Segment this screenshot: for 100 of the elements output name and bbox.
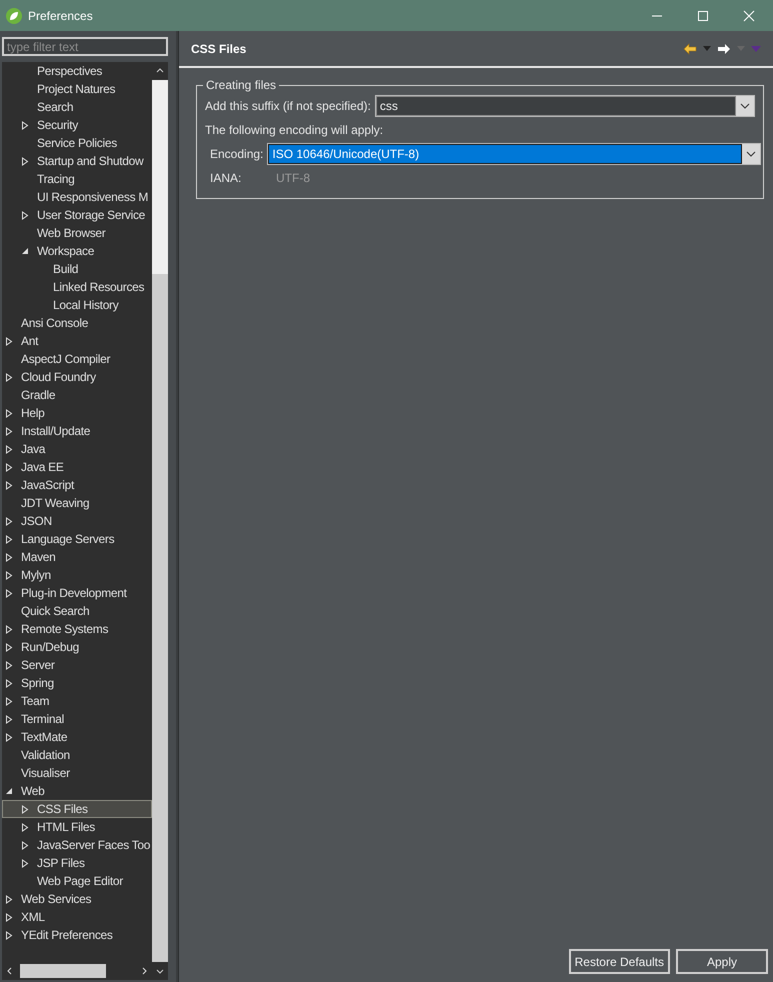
close-icon[interactable]: [743, 10, 755, 22]
tree-item[interactable]: HTML Files: [37, 820, 95, 834]
collapsed-arrow-icon[interactable]: [5, 426, 13, 436]
collapsed-arrow-icon[interactable]: [5, 516, 13, 526]
tree-item[interactable]: Language Servers: [21, 532, 114, 546]
collapsed-arrow-icon[interactable]: [5, 894, 13, 904]
collapsed-arrow-icon[interactable]: [21, 804, 29, 814]
tree-item[interactable]: Run/Debug: [21, 640, 80, 654]
chevron-down-icon: [746, 151, 756, 157]
collapsed-arrow-icon[interactable]: [5, 552, 13, 562]
tree-item[interactable]: JDT Weaving: [21, 496, 90, 510]
collapsed-arrow-icon[interactable]: [5, 912, 13, 922]
tree-item[interactable]: Ant: [21, 334, 38, 348]
collapsed-arrow-icon[interactable]: [21, 156, 29, 166]
collapsed-arrow-icon[interactable]: [5, 444, 13, 454]
tree-item[interactable]: UI Responsiveness M: [37, 190, 148, 204]
tree-item[interactable]: Team: [21, 694, 50, 708]
tree-item[interactable]: Cloud Foundry: [21, 370, 96, 384]
collapsed-arrow-icon[interactable]: [5, 372, 13, 382]
tree-item[interactable]: YEdit Preferences: [21, 928, 113, 942]
collapsed-arrow-icon[interactable]: [21, 822, 29, 832]
tree-item[interactable]: Security: [37, 118, 78, 132]
vertical-scrollbar[interactable]: [152, 62, 168, 980]
page-title: CSS Files: [191, 42, 246, 56]
tree-item[interactable]: Ansi Console: [21, 316, 88, 330]
collapsed-arrow-icon[interactable]: [21, 840, 29, 850]
tree-item[interactable]: Java EE: [21, 460, 64, 474]
tree-item[interactable]: Maven: [21, 550, 56, 564]
expanded-arrow-icon[interactable]: [21, 247, 29, 255]
collapsed-arrow-icon[interactable]: [21, 858, 29, 868]
tree-item[interactable]: JSP Files: [37, 856, 85, 870]
chevron-down-icon: [740, 103, 750, 109]
collapsed-arrow-icon[interactable]: [5, 642, 13, 652]
tree-item[interactable]: Remote Systems: [21, 622, 108, 636]
tree-item[interactable]: Perspectives: [37, 64, 102, 78]
tree-item[interactable]: Workspace: [37, 244, 94, 258]
tree-item[interactable]: Web: [21, 784, 45, 798]
collapsed-arrow-icon[interactable]: [5, 696, 13, 706]
collapsed-arrow-icon[interactable]: [5, 660, 13, 670]
tree-item[interactable]: Help: [21, 406, 44, 420]
encoding-combo[interactable]: ISO 10646/Unicode(UTF-8): [267, 143, 761, 165]
collapsed-arrow-icon[interactable]: [5, 678, 13, 688]
tree-item[interactable]: Linked Resources: [53, 280, 144, 294]
tree-item[interactable]: Startup and Shutdow: [37, 154, 144, 168]
tree-item[interactable]: Quick Search: [21, 604, 90, 618]
horizontal-scrollbar[interactable]: [2, 962, 152, 980]
tree-item[interactable]: Service Policies: [37, 136, 117, 150]
tree-item[interactable]: Web Services: [21, 892, 92, 906]
tree-item[interactable]: User Storage Service: [37, 208, 146, 222]
leaf-logo-icon: [6, 8, 22, 24]
collapsed-arrow-icon[interactable]: [5, 534, 13, 544]
tree-item[interactable]: Build: [53, 262, 78, 276]
expanded-arrow-icon[interactable]: [5, 787, 13, 795]
collapsed-arrow-icon[interactable]: [5, 624, 13, 634]
apply-button[interactable]: Apply: [676, 949, 768, 974]
tree-item[interactable]: Tracing: [37, 172, 74, 186]
tree-item[interactable]: Web Browser: [37, 226, 106, 240]
collapsed-arrow-icon[interactable]: [5, 462, 13, 472]
tree-item[interactable]: Visualiser: [21, 766, 70, 780]
filter-field[interactable]: type filter text: [2, 37, 168, 56]
field-label: Encoding:: [210, 147, 264, 161]
collapsed-arrow-icon[interactable]: [5, 408, 13, 418]
collapsed-arrow-icon[interactable]: [5, 336, 13, 346]
tree-item[interactable]: Validation: [21, 748, 70, 762]
tree-item[interactable]: TextMate: [21, 730, 68, 744]
tree-item[interactable]: Terminal: [21, 712, 64, 726]
forward-arrow-icon[interactable]: [717, 42, 731, 54]
field-label: Add this suffix (if not specified):: [205, 99, 371, 113]
tree-item[interactable]: Project Natures: [37, 82, 116, 96]
tree-item[interactable]: Web Page Editor: [37, 874, 123, 888]
tree-item[interactable]: Plug-in Development: [21, 586, 127, 600]
scroll-up-icon[interactable]: [152, 62, 168, 80]
back-arrow-icon[interactable]: [683, 42, 697, 54]
scroll-down-icon[interactable]: [152, 962, 168, 980]
restore-defaults-button[interactable]: Restore Defaults: [568, 949, 670, 974]
tree-item[interactable]: Mylyn: [21, 568, 51, 582]
tree-item[interactable]: JSON: [21, 514, 52, 528]
tree-item[interactable]: JavaServer Faces Too: [37, 838, 150, 852]
tree-item[interactable]: Install/Update: [21, 424, 90, 438]
collapsed-arrow-icon[interactable]: [5, 588, 13, 598]
tree-item[interactable]: Gradle: [21, 388, 56, 402]
tree-item[interactable]: Search: [37, 100, 74, 114]
tree-item[interactable]: Local History: [53, 298, 118, 312]
maximize-icon[interactable]: [697, 10, 709, 22]
field-label: IANA:: [210, 171, 242, 185]
collapsed-arrow-icon[interactable]: [21, 210, 29, 220]
suffix-combo[interactable]: css: [374, 95, 755, 117]
collapsed-arrow-icon[interactable]: [5, 732, 13, 742]
tree-item[interactable]: Spring: [21, 676, 54, 690]
collapsed-arrow-icon[interactable]: [21, 120, 29, 130]
collapsed-arrow-icon[interactable]: [5, 930, 13, 940]
collapsed-arrow-icon[interactable]: [5, 570, 13, 580]
collapsed-arrow-icon[interactable]: [5, 480, 13, 490]
tree-item[interactable]: Server: [21, 658, 55, 672]
tree-item[interactable]: XML: [21, 910, 45, 924]
tree-item[interactable]: Java: [21, 442, 46, 456]
collapsed-arrow-icon[interactable]: [5, 714, 13, 724]
tree-item[interactable]: AspectJ Compiler: [21, 352, 110, 366]
window-title: Preferences: [28, 8, 93, 22]
tree-item[interactable]: JavaScript: [21, 478, 74, 492]
